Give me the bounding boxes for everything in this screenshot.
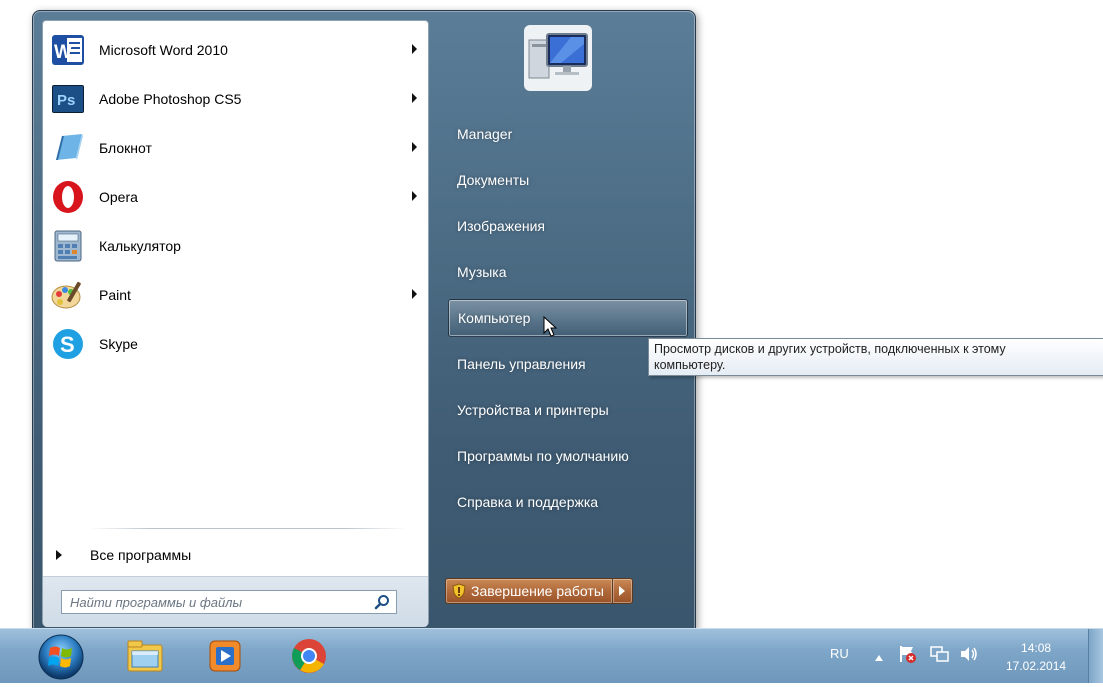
clock-time: 14:08	[1021, 641, 1052, 655]
show-desktop-button[interactable]	[1088, 629, 1103, 683]
place-item-documents[interactable]: Документы	[448, 157, 688, 203]
submenu-arrow-icon[interactable]	[412, 142, 417, 152]
program-label: Skype	[99, 335, 138, 352]
tooltip-line-1: Просмотр дисков и других устройств, подк…	[654, 342, 1006, 356]
tooltip-line-2: компьютеру.	[654, 358, 726, 372]
all-programs-button[interactable]: Все программы	[53, 544, 253, 566]
notepad-icon	[49, 129, 87, 167]
program-item-skype[interactable]: S Skype	[43, 319, 428, 368]
paint-icon	[49, 276, 87, 314]
volume-icon[interactable]	[958, 643, 980, 670]
submenu-arrow-icon[interactable]	[412, 191, 417, 201]
place-item-help-support[interactable]: Справка и поддержка	[448, 479, 688, 525]
search-box[interactable]	[61, 590, 397, 614]
mouse-cursor-icon	[543, 315, 559, 343]
computer-tooltip: Просмотр дисков и других устройств, подк…	[648, 338, 1103, 376]
word-icon: W	[49, 31, 87, 69]
taskbar: RU 14:08 17.02.2014	[0, 628, 1103, 683]
opera-icon	[49, 178, 87, 216]
pinned-programs-list: W Microsoft Word 2010 Ps Adobe Photoshop…	[43, 25, 428, 368]
search-input[interactable]	[62, 593, 362, 611]
language-indicator[interactable]: RU	[830, 646, 849, 661]
program-item-word[interactable]: W Microsoft Word 2010	[43, 25, 428, 74]
chrome-icon[interactable]	[288, 635, 330, 677]
place-item-devices-printers[interactable]: Устройства и принтеры	[448, 387, 688, 433]
svg-text:W: W	[54, 42, 72, 63]
shutdown-group: Завершение работы	[445, 578, 633, 604]
svg-text:Ps: Ps	[57, 92, 75, 109]
system-tray: RU 14:08 17.02.2014	[830, 629, 1103, 683]
shutdown-options-button[interactable]	[612, 578, 633, 604]
shutdown-button[interactable]: Завершение работы	[445, 578, 613, 604]
shutdown-label: Завершение работы	[471, 583, 604, 599]
place-item-music[interactable]: Музыка	[448, 249, 688, 295]
place-item-computer[interactable]: Компьютер	[448, 299, 688, 337]
show-hidden-icons-icon[interactable]	[874, 649, 884, 667]
program-item-notepad[interactable]: Блокнот	[43, 123, 428, 172]
program-label: Adobe Photoshop CS5	[99, 90, 242, 107]
submenu-arrow-icon[interactable]	[412, 289, 417, 299]
search-icon[interactable]	[374, 594, 390, 615]
program-item-opera[interactable]: Opera	[43, 172, 428, 221]
place-item-pictures[interactable]: Изображения	[448, 203, 688, 249]
computer-picture-icon[interactable]	[521, 22, 595, 94]
place-item-default-programs[interactable]: Программы по умолчанию	[448, 433, 688, 479]
submenu-arrow-icon[interactable]	[412, 93, 417, 103]
program-item-photoshop[interactable]: Ps Adobe Photoshop CS5	[43, 74, 428, 123]
program-label: Блокнот	[99, 139, 152, 156]
start-button[interactable]	[36, 632, 86, 682]
places-list: Manager Документы Изображения Музыка Ком…	[448, 111, 688, 525]
network-icon[interactable]	[928, 643, 950, 670]
explorer-icon[interactable]	[124, 635, 166, 677]
all-programs-label: Все программы	[90, 547, 192, 563]
shield-warning-icon	[452, 583, 466, 599]
photoshop-icon: Ps	[49, 80, 87, 118]
start-menu: W Microsoft Word 2010 Ps Adobe Photoshop…	[32, 10, 696, 630]
skype-icon: S	[49, 325, 87, 363]
program-label: Paint	[99, 286, 131, 303]
action-center-flag-icon[interactable]	[896, 643, 918, 670]
place-item-manager[interactable]: Manager	[448, 111, 688, 157]
start-menu-programs-panel: W Microsoft Word 2010 Ps Adobe Photoshop…	[42, 20, 429, 627]
program-label: Opera	[99, 188, 138, 205]
search-area	[43, 576, 428, 627]
program-label: Калькулятор	[99, 237, 181, 254]
all-programs-separator	[89, 528, 407, 529]
program-item-paint[interactable]: Paint	[43, 270, 428, 319]
clock-date: 17.02.2014	[1006, 659, 1067, 673]
calculator-icon	[49, 227, 87, 265]
media-player-icon[interactable]	[204, 635, 246, 677]
expand-arrow-icon	[56, 550, 62, 560]
chevron-right-icon	[619, 586, 626, 596]
svg-text:S: S	[60, 332, 75, 357]
program-label: Microsoft Word 2010	[99, 41, 228, 58]
clock[interactable]: 14:08 17.02.2014	[1006, 639, 1066, 675]
program-item-calculator[interactable]: Калькулятор	[43, 221, 428, 270]
submenu-arrow-icon[interactable]	[412, 44, 417, 54]
